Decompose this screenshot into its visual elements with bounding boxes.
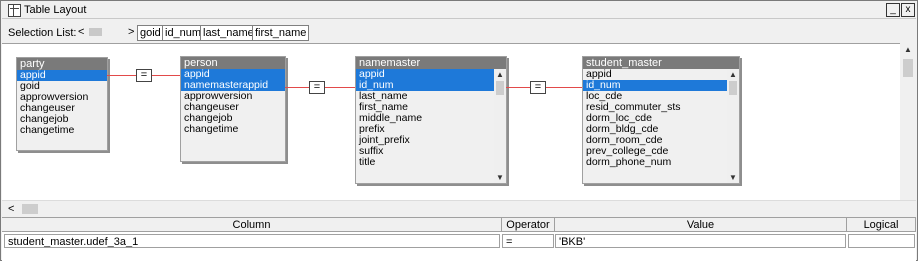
join-operator-box[interactable]: =: [136, 69, 152, 82]
canvas-vertical-scrollbar[interactable]: ▲: [900, 43, 916, 200]
selection-chip-goid[interactable]: goid: [137, 25, 164, 41]
scroll-up-icon[interactable]: ▲: [903, 46, 913, 54]
scroll-down-icon[interactable]: ▼: [728, 174, 738, 182]
operator-header[interactable]: Operator: [502, 218, 555, 232]
table-namemaster[interactable]: namemaster appid id_num last_name first_…: [355, 56, 507, 184]
canvas-horizontal-scrollbar[interactable]: <: [2, 200, 916, 217]
table-person[interactable]: person appid namemasterappid approwversi…: [180, 56, 286, 162]
scroll-thumb[interactable]: [729, 81, 737, 95]
scroll-left-icon[interactable]: <: [8, 203, 14, 215]
table-scrollbar[interactable]: ▲ ▼: [494, 70, 506, 183]
table-student-master[interactable]: student_master appid id_num loc_cde resi…: [582, 56, 740, 184]
table-party[interactable]: party appid goid approwversion changeuse…: [16, 57, 108, 151]
table-layout-window: Table Layout _ x Selection List: < > goi…: [0, 0, 918, 261]
scroll-up-icon[interactable]: ▲: [495, 71, 505, 79]
selection-chip-id-num[interactable]: id_num: [162, 25, 205, 41]
selection-chip-first-name[interactable]: first_name: [252, 25, 310, 41]
scroll-right-icon[interactable]: >: [128, 26, 134, 38]
field-item[interactable]: changetime: [181, 124, 285, 135]
field-item[interactable]: dorm_phone_num: [583, 157, 739, 168]
scroll-down-icon[interactable]: ▼: [495, 174, 505, 182]
scroll-left-icon[interactable]: <: [78, 26, 84, 38]
title-bar: Table Layout _ x: [2, 2, 916, 19]
column-header[interactable]: Column: [2, 218, 502, 232]
close-button[interactable]: x: [901, 3, 915, 17]
scroll-thumb[interactable]: [496, 81, 504, 95]
criteria-logical-cell[interactable]: [848, 234, 915, 248]
window-title: Table Layout: [24, 4, 87, 16]
join-operator-box[interactable]: =: [530, 81, 546, 94]
criteria-grid: Column Operator Value Logical student_ma…: [2, 217, 916, 261]
table-scrollbar[interactable]: ▲ ▼: [727, 70, 739, 183]
selection-chip-last-name[interactable]: last_name: [200, 25, 257, 41]
value-header[interactable]: Value: [555, 218, 847, 232]
window-icon: [8, 4, 21, 17]
scroll-thumb[interactable]: [903, 59, 913, 77]
table-diagram-canvas: party appid goid approwversion changeuse…: [2, 43, 900, 201]
selection-scroll-track[interactable]: [89, 28, 102, 36]
scroll-up-icon[interactable]: ▲: [728, 71, 738, 79]
criteria-column-cell[interactable]: student_master.udef_3a_1: [4, 234, 500, 248]
field-item[interactable]: suffix: [356, 146, 506, 157]
minimize-button[interactable]: _: [886, 3, 900, 17]
field-item[interactable]: title: [356, 157, 506, 168]
logical-header[interactable]: Logical: [847, 218, 916, 232]
join-operator-box[interactable]: =: [309, 81, 325, 94]
selection-list-label: Selection List:: [8, 27, 77, 39]
criteria-operator-cell[interactable]: =: [502, 234, 554, 248]
scroll-thumb[interactable]: [22, 204, 38, 214]
criteria-value-cell[interactable]: 'BKB': [555, 234, 846, 248]
field-item[interactable]: changetime: [17, 125, 107, 136]
selection-list-bar: Selection List: < > goid id_num last_nam…: [2, 19, 916, 43]
